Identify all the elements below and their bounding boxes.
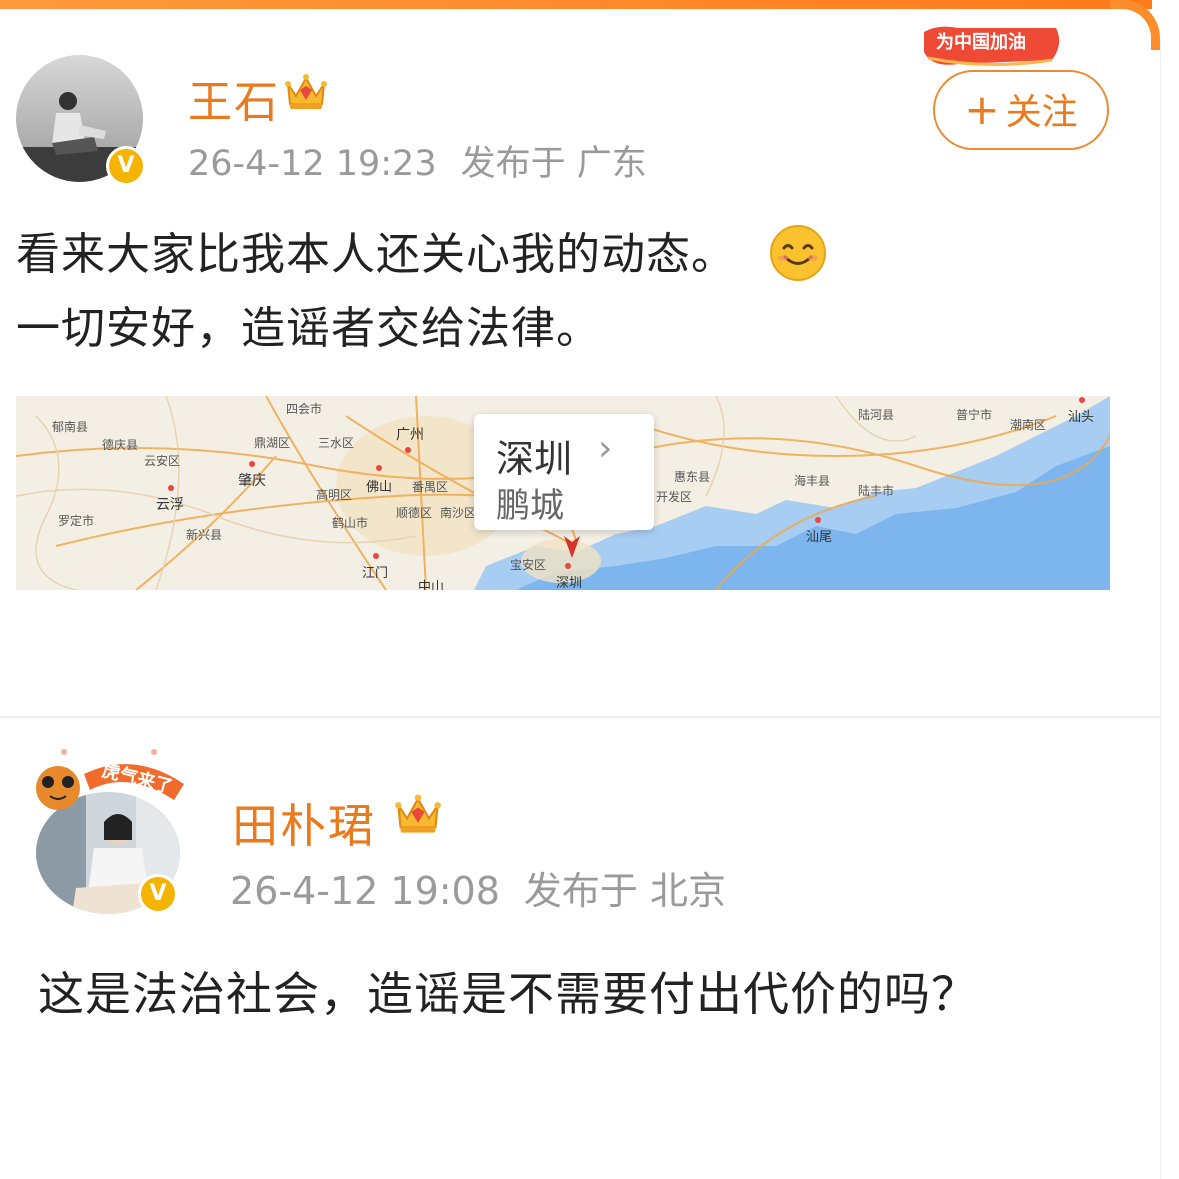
post-meta: 26-4-12 19:08 发布于 北京 [230,860,726,915]
map-place-label: 新兴县 [186,528,223,542]
map-place-label: 开发区 [656,490,693,504]
map-place-label: 德庆县 [102,438,139,452]
follow-label: 关注 [1005,92,1078,133]
post-text-line-1: 看来大家比我本人还关心我的动态。 [16,218,827,282]
post-text-line-2: 一切安好，造谣者交给法律。 [16,303,601,354]
map-place-label: 海丰县 [794,474,831,488]
map-place-label: 江门 [362,566,389,581]
campaign-badge-text: 为中国加油 [936,31,1026,53]
map-place-label: 佛山 [366,480,393,495]
map-place-label: 汕头 [1068,410,1095,425]
post-location: 发布于 北京 [523,869,726,913]
map-place-label: 潮南区 [1010,418,1047,432]
map-place-label: 云安区 [144,454,181,468]
map-place-label: 肇庆 [238,473,266,489]
map-place-label: 深圳 [556,576,583,590]
map-place-label: 四会市 [286,402,323,416]
map-place-label: 汕尾 [806,530,833,545]
map-place-label: 鹤山市 [332,516,369,530]
username[interactable]: 王石 [188,66,280,130]
map-place-label: 陆丰市 [858,484,895,498]
card-edge [1160,40,1161,1179]
map-place-label: 三水区 [318,436,355,450]
follow-button[interactable]: + 关注 [933,70,1109,150]
username[interactable]: 田朴珺 [232,790,376,856]
chevron-right-icon: › [598,428,613,469]
map-place-label: 罗定市 [58,514,95,528]
plus-icon: + [964,85,1000,134]
map-place-label: 惠东县 [674,470,711,484]
map-place-label: 郁南县 [52,420,89,434]
map-place-label: 番禺区 [412,480,449,494]
map-city: 深圳 [496,437,573,481]
post-2: 虎气来了 V 田朴珺 26-4-12 19:08 发布于 北京 这是法治社会，造谣… [0,718,1152,1179]
timestamp: 26-4-12 19:23 [188,144,437,184]
vip-crown-icon [285,74,327,109]
verified-v-icon: V [138,874,178,914]
map-place-label: 陆河县 [858,408,895,422]
campaign-badge: 为中国加油 [918,22,1063,70]
map-place-label: 普宁市 [956,408,993,422]
map-location-card[interactable]: 深圳 › 鹏城 [474,414,654,530]
map-district: 鹏城 [496,486,564,526]
verified-v-icon: V [106,146,146,186]
map-place-label: 云浮 [156,497,184,513]
map-place-label: 宝安区 [510,558,547,572]
timestamp: 26-4-12 19:08 [230,869,500,913]
map-place-label: 鼎湖区 [254,436,291,450]
avatar-frame-decoration: 虎气来了 [36,749,184,810]
location-map[interactable]: 四会市 广州 郁南县 德庆县 云安区 鼎湖区 三水区 肇庆 云浮 佛山 番禺区 … [16,396,1110,590]
map-place-label: 顺德区 [396,506,433,520]
post-text-1: 看来大家比我本人还关心我的动态。 [16,229,736,280]
map-place-label: 南沙区 [440,506,477,520]
map-place-label: 中山 [418,580,445,590]
smile-emoji-icon [770,225,826,281]
map-place-label: 广州 [396,427,424,443]
map-place-label: 高明区 [316,488,353,502]
post-meta: 26-4-12 19:23 发布于 广东 [188,135,647,186]
post-location: 发布于 广东 [460,144,647,184]
vip-crown-icon [395,794,441,833]
post-text-line-1: 这是法治社会，造谣是不需要付出代价的吗？ [38,967,978,1021]
post-1: V 王石 26-4-12 19:23 发布于 广东 为中国加油 + 关注 看来大家比… [0,0,1152,716]
